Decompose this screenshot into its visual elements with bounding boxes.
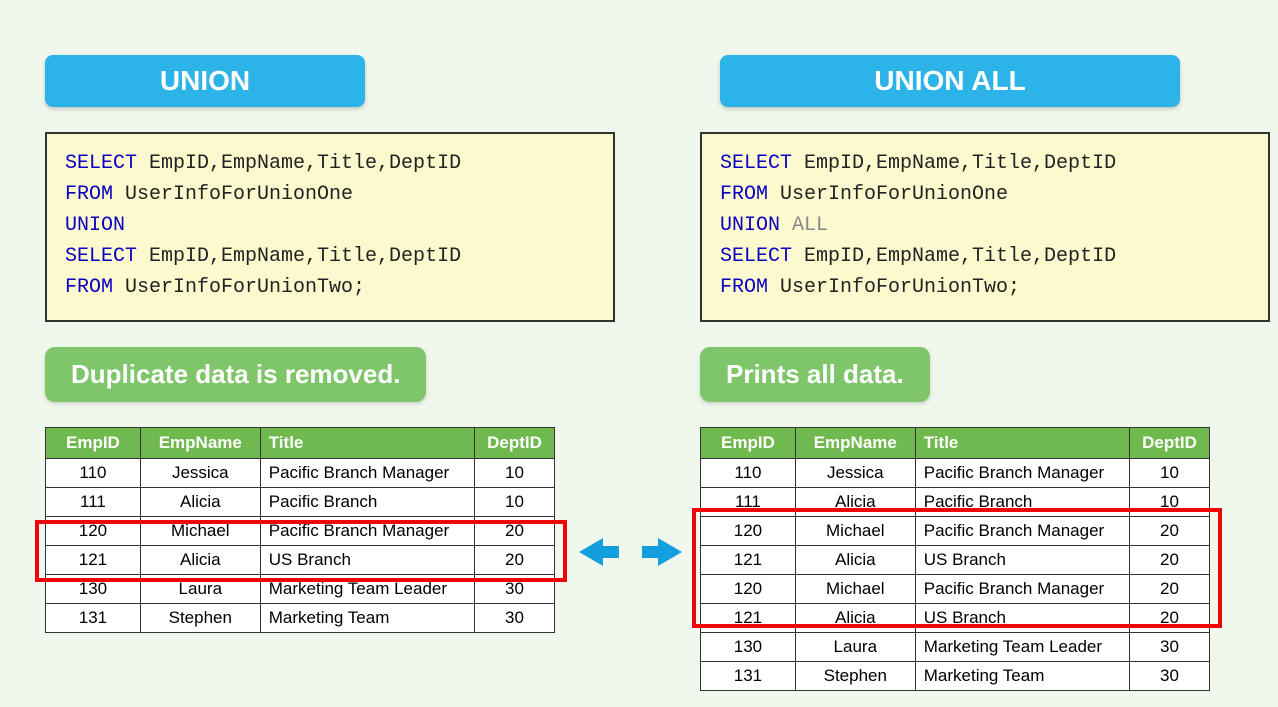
table-row: 131 Stephen Marketing Team 30 bbox=[46, 604, 555, 633]
header-title: Title bbox=[260, 428, 474, 459]
unionall-column: UNION ALL SELECT EmpID,EmpName,Title,Dep… bbox=[700, 0, 1270, 691]
unionall-sql: SELECT EmpID,EmpName,Title,DeptID FROM U… bbox=[700, 132, 1270, 322]
table-row: 120 Michael Pacific Branch Manager 20 bbox=[701, 517, 1210, 546]
table-row: 111 Alicia Pacific Branch 10 bbox=[701, 488, 1210, 517]
header-deptid: DeptID bbox=[475, 428, 555, 459]
union-result-table: EmpID EmpName Title DeptID 110 Jessica P… bbox=[45, 427, 555, 633]
table-row: 120 Michael Pacific Branch Manager 20 bbox=[701, 575, 1210, 604]
header-empid: EmpID bbox=[701, 428, 796, 459]
table-row: 130 Laura Marketing Team Leader 30 bbox=[701, 633, 1210, 662]
header-empid: EmpID bbox=[46, 428, 141, 459]
arrow-left-icon bbox=[575, 532, 623, 572]
unionall-note: Prints all data. bbox=[700, 347, 930, 402]
arrow-right-icon bbox=[638, 532, 686, 572]
header-empname: EmpName bbox=[140, 428, 260, 459]
table-header-row: EmpID EmpName Title DeptID bbox=[701, 428, 1210, 459]
header-empname: EmpName bbox=[795, 428, 915, 459]
table-row: 120 Michael Pacific Branch Manager 20 bbox=[46, 517, 555, 546]
table-header-row: EmpID EmpName Title DeptID bbox=[46, 428, 555, 459]
table-row: 121 Alicia US Branch 20 bbox=[701, 546, 1210, 575]
header-title: Title bbox=[915, 428, 1129, 459]
table-row: 111 Alicia Pacific Branch 10 bbox=[46, 488, 555, 517]
table-row: 121 Alicia US Branch 20 bbox=[701, 604, 1210, 633]
union-sql: SELECT EmpID,EmpName,Title,DeptID FROM U… bbox=[45, 132, 615, 322]
union-note: Duplicate data is removed. bbox=[45, 347, 426, 402]
unionall-pill: UNION ALL bbox=[720, 55, 1180, 107]
union-pill: UNION bbox=[45, 55, 365, 107]
table-row: 110 Jessica Pacific Branch Manager 10 bbox=[701, 459, 1210, 488]
table-row: 130 Laura Marketing Team Leader 30 bbox=[46, 575, 555, 604]
table-row: 121 Alicia US Branch 20 bbox=[46, 546, 555, 575]
table-row: 110 Jessica Pacific Branch Manager 10 bbox=[46, 459, 555, 488]
header-deptid: DeptID bbox=[1130, 428, 1210, 459]
unionall-result-table: EmpID EmpName Title DeptID 110 Jessica P… bbox=[700, 427, 1210, 691]
table-row: 131 Stephen Marketing Team 30 bbox=[701, 662, 1210, 691]
union-column: UNION SELECT EmpID,EmpName,Title,DeptID … bbox=[45, 0, 615, 633]
